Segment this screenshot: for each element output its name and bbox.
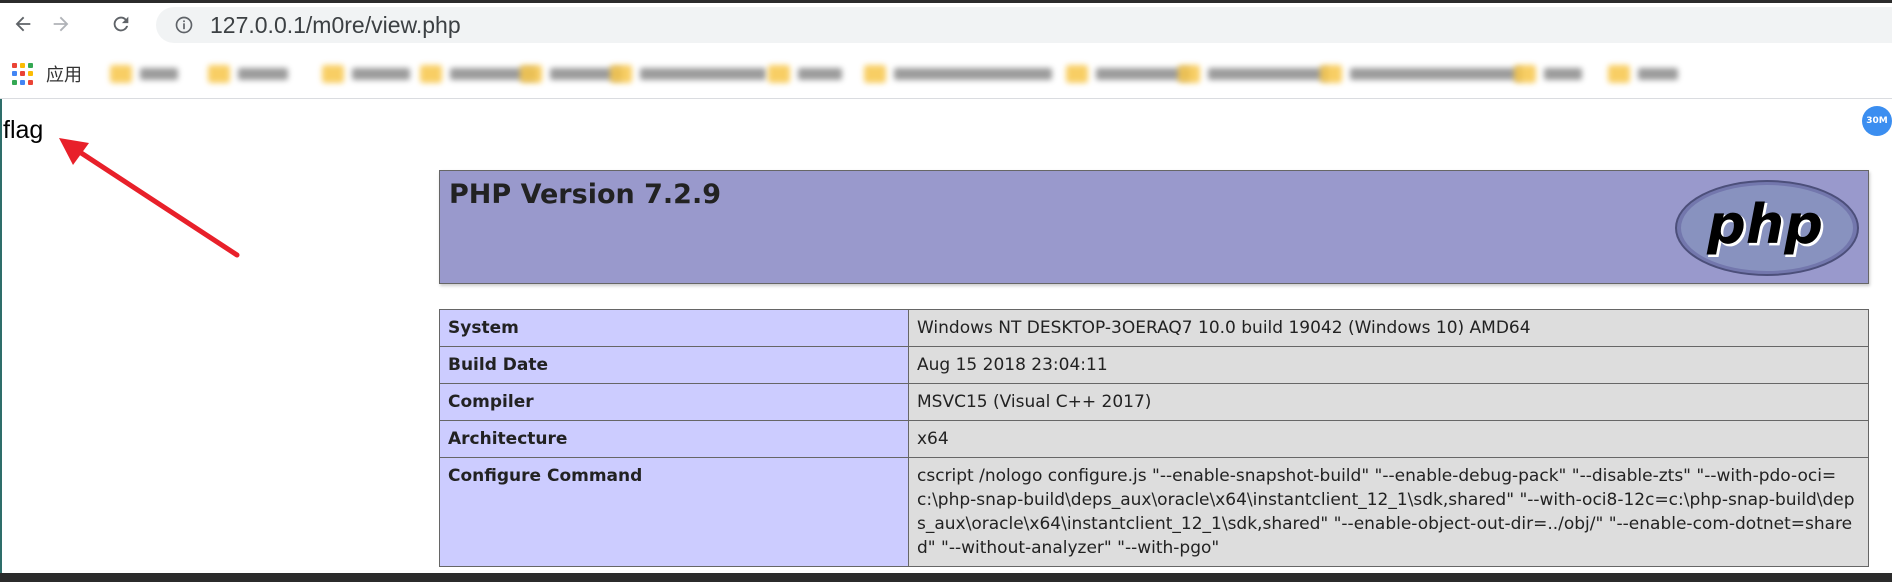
phpinfo-table: System Windows NT DESKTOP-3OERAQ7 10.0 bu…	[439, 309, 1869, 567]
row-key: System	[439, 309, 909, 347]
row-value: x64	[908, 420, 1869, 458]
red-arrow-annotation	[59, 138, 240, 258]
row-key: Configure Command	[439, 457, 909, 567]
row-key: Compiler	[439, 383, 909, 421]
table-row: Architecture x64	[439, 420, 1869, 458]
apps-label: 应用	[46, 65, 82, 86]
php-logo[interactable]: php php	[1674, 179, 1860, 277]
reload-button[interactable]	[104, 7, 138, 41]
row-key: Architecture	[439, 420, 909, 458]
info-icon[interactable]	[174, 15, 194, 35]
bookmark-item[interactable]	[1066, 62, 1190, 86]
bookmark-item[interactable]	[1514, 62, 1582, 86]
extension-badge-icon[interactable]: 30M	[1862, 106, 1892, 136]
page-title: PHP Version 7.2.9	[449, 179, 721, 210]
back-button[interactable]	[6, 7, 40, 41]
apps-button[interactable]: 应用	[12, 60, 82, 88]
row-value: cscript /nologo configure.js "--enable-s…	[908, 457, 1869, 567]
bookmarks-bar: 应用	[0, 50, 1892, 99]
bookmark-item[interactable]	[1178, 62, 1328, 86]
svg-text:php: php	[1706, 193, 1823, 256]
reload-icon	[113, 16, 129, 32]
window-bottom-edge	[0, 573, 1892, 582]
table-row: Build Date Aug 15 2018 23:04:11	[439, 346, 1869, 384]
bookmark-item[interactable]	[864, 62, 1052, 86]
row-value: Aug 15 2018 23:04:11	[908, 346, 1869, 384]
row-value: Windows NT DESKTOP-3OERAQ7 10.0 build 19…	[908, 309, 1869, 347]
window-left-edge	[0, 99, 2, 573]
address-bar[interactable]: 127.0.0.1/m0re/view.php	[156, 7, 1892, 43]
row-key: Build Date	[439, 346, 909, 384]
forward-arrow-icon	[53, 16, 69, 32]
bookmark-item[interactable]	[610, 62, 766, 86]
table-row: Configure Command cscript /nologo configu…	[439, 457, 1869, 567]
url-text[interactable]: 127.0.0.1/m0re/view.php	[210, 12, 461, 39]
table-row: System Windows NT DESKTOP-3OERAQ7 10.0 bu…	[439, 309, 1869, 347]
browser-toolbar: 127.0.0.1/m0re/view.php	[0, 3, 1892, 45]
apps-grid-icon	[12, 63, 34, 85]
bookmark-item[interactable]	[420, 62, 536, 86]
bookmark-item[interactable]	[768, 62, 842, 86]
forward-button[interactable]	[44, 7, 78, 41]
row-value: MSVC15 (Visual C++ 2017)	[908, 383, 1869, 421]
bookmark-item[interactable]	[208, 62, 288, 86]
bookmark-item[interactable]	[1608, 62, 1678, 86]
back-arrow-icon	[15, 16, 31, 32]
php-version-header: PHP Version 7.2.9 php php	[439, 170, 1869, 284]
bookmark-item[interactable]	[520, 62, 622, 86]
flag-text: flag	[3, 116, 44, 144]
bookmark-item[interactable]	[110, 62, 178, 86]
bookmark-item[interactable]	[322, 62, 410, 86]
bookmark-item[interactable]	[1320, 62, 1522, 86]
table-row: Compiler MSVC15 (Visual C++ 2017)	[439, 383, 1869, 421]
